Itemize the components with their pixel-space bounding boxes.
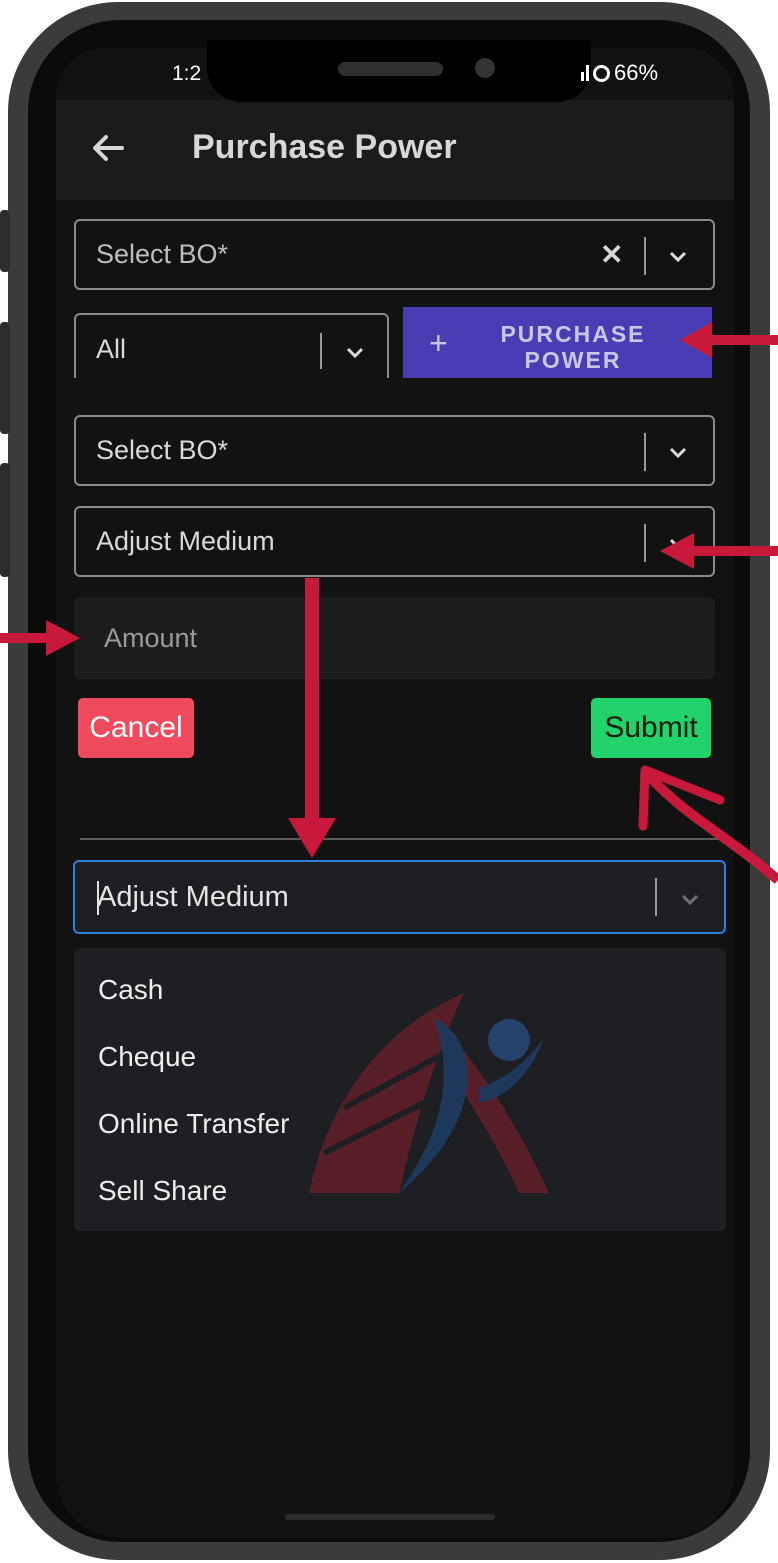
purchase-power-label: PURCHASE POWER — [493, 321, 653, 373]
chevron-down-icon[interactable] — [667, 441, 689, 463]
field-separator — [644, 524, 646, 562]
back-arrow-icon[interactable] — [88, 128, 128, 168]
cancel-button[interactable]: Cancel — [78, 698, 194, 758]
form-select-bo-placeholder: Select BO* — [96, 435, 229, 465]
brand-logo-watermark — [309, 993, 549, 1193]
form-select-bo[interactable]: Select BO* — [74, 415, 715, 486]
page-title: Purchase Power — [192, 128, 457, 166]
battery-percentage: 66% — [614, 60, 659, 85]
home-indicator — [285, 1514, 495, 1520]
option-cash[interactable]: Cash — [98, 974, 163, 1006]
speaker-grille — [338, 62, 443, 76]
chevron-down-icon[interactable] — [667, 532, 689, 554]
adjust-medium-options-menu: Cash Cheque Online Transfer Sell Share — [74, 948, 726, 1231]
side-button-volume-up — [0, 322, 10, 434]
chevron-down-icon[interactable] — [679, 888, 701, 910]
option-cheque[interactable]: Cheque — [98, 1041, 196, 1073]
clear-icon[interactable]: ✕ — [600, 238, 623, 271]
purchase-power-label-line1: PURCHASE — [500, 321, 646, 347]
signal-icon — [581, 65, 589, 81]
add-purchase-power-button[interactable]: + PURCHASE POWER — [403, 307, 712, 379]
field-separator — [655, 878, 657, 916]
type-filter-value: All — [96, 333, 127, 364]
text-cursor — [97, 881, 99, 915]
front-camera — [475, 58, 495, 78]
status-time: 1:2 — [172, 62, 202, 85]
filter-select-bo[interactable]: Select BO* ✕ — [74, 219, 715, 290]
side-button-volume-down — [0, 463, 10, 577]
field-separator — [644, 237, 646, 275]
type-filter-select[interactable]: All — [74, 313, 389, 385]
divider — [80, 838, 720, 840]
purchase-power-label-line2: POWER — [524, 347, 622, 373]
chevron-down-icon[interactable] — [667, 245, 689, 267]
filter-select-bo-placeholder: Select BO* — [96, 239, 229, 269]
side-button-top — [0, 210, 10, 272]
field-separator — [320, 333, 322, 369]
chevron-down-icon[interactable] — [344, 341, 366, 363]
plus-icon: + — [429, 325, 448, 361]
status-indicators: 66% — [581, 60, 658, 86]
adjust-medium-dropdown-value: Adjust Medium — [97, 880, 289, 913]
adjust-medium-dropdown-field[interactable]: Adjust Medium — [73, 860, 726, 934]
option-online-transfer[interactable]: Online Transfer — [98, 1108, 289, 1140]
amount-placeholder: Amount — [104, 622, 198, 653]
field-separator — [644, 433, 646, 471]
submit-button[interactable]: Submit — [591, 698, 711, 758]
screen-overlay-band — [56, 378, 734, 400]
amount-input[interactable]: Amount — [74, 597, 715, 679]
battery-icon — [593, 64, 610, 82]
form-adjust-medium-select[interactable]: Adjust Medium — [74, 506, 715, 577]
option-sell-share[interactable]: Sell Share — [98, 1175, 227, 1207]
adjust-medium-placeholder: Adjust Medium — [96, 526, 275, 556]
